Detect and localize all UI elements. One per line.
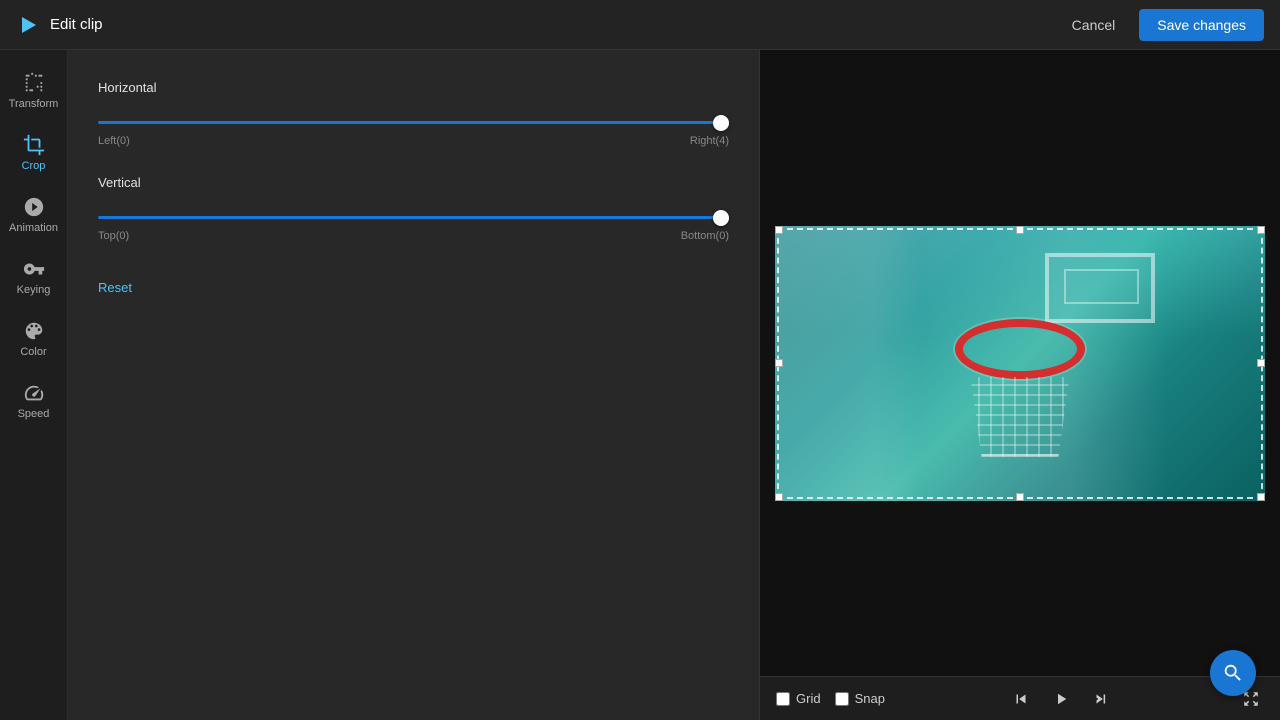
- transform-label: Transform: [9, 98, 59, 110]
- skip-to-end-button[interactable]: [1088, 686, 1114, 712]
- transform-icon: [23, 72, 45, 94]
- sidebar-item-crop[interactable]: Crop: [5, 124, 63, 182]
- grid-label: Grid: [796, 691, 821, 706]
- search-icon: [1222, 662, 1244, 684]
- hoop-net: [965, 377, 1075, 457]
- app-logo: [16, 13, 40, 37]
- preview-panel: Grid Snap: [760, 50, 1280, 720]
- sidebar-item-animation[interactable]: Animation: [5, 186, 63, 244]
- play-button[interactable]: [1048, 686, 1074, 712]
- sidebar-item-color[interactable]: Color: [5, 310, 63, 368]
- grid-checkbox-group[interactable]: Grid: [776, 691, 821, 706]
- court-bg: [775, 226, 1265, 501]
- speed-icon: [23, 382, 45, 404]
- topbar-right: Cancel Save changes: [1058, 9, 1264, 41]
- horizontal-slider-labels: Left(0) Right(4): [98, 135, 729, 147]
- horizontal-section: Horizontal Left(0) Right(4): [98, 80, 729, 147]
- horizontal-slider-container: [98, 111, 729, 129]
- play-icon: [1052, 690, 1070, 708]
- sidebar-item-transform[interactable]: Transform: [5, 62, 63, 120]
- search-fab[interactable]: [1210, 650, 1256, 696]
- snap-label: Snap: [855, 691, 885, 706]
- animation-icon: [23, 196, 45, 218]
- skip-to-start-button[interactable]: [1008, 686, 1034, 712]
- topbar: Edit clip Cancel Save changes: [0, 0, 1280, 50]
- sidebar-item-speed[interactable]: Speed: [5, 372, 63, 430]
- save-changes-button[interactable]: Save changes: [1139, 9, 1264, 41]
- horizontal-right-label: Right(4): [690, 135, 729, 147]
- vertical-top-label: Top(0): [98, 230, 129, 242]
- topbar-left: Edit clip: [16, 13, 103, 37]
- hoop-backboard: [1045, 253, 1155, 323]
- vertical-slider-labels: Top(0) Bottom(0): [98, 230, 729, 242]
- snap-checkbox-group[interactable]: Snap: [835, 691, 885, 706]
- skip-end-icon: [1092, 690, 1110, 708]
- vertical-slider[interactable]: [98, 216, 729, 219]
- vertical-bottom-label: Bottom(0): [681, 230, 729, 242]
- speed-label: Speed: [18, 408, 50, 420]
- crop-label: Crop: [22, 160, 46, 172]
- crop-icon: [23, 134, 45, 156]
- page-title: Edit clip: [50, 16, 103, 33]
- keying-label: Keying: [17, 284, 51, 296]
- keying-icon: [23, 258, 45, 280]
- sidebar: Transform Crop Animation Keying Color: [0, 50, 68, 720]
- vertical-label: Vertical: [98, 175, 729, 190]
- crop-content-panel: Horizontal Left(0) Right(4) Vertical Top…: [68, 50, 760, 720]
- animation-label: Animation: [9, 222, 58, 234]
- snap-checkbox[interactable]: [835, 692, 849, 706]
- hoop-ring: [955, 319, 1085, 379]
- horizontal-slider[interactable]: [98, 121, 729, 124]
- preview-controls-bar: Grid Snap: [760, 676, 1280, 720]
- preview-area: [760, 50, 1280, 676]
- vertical-section: Vertical Top(0) Bottom(0): [98, 175, 729, 242]
- main-layout: Transform Crop Animation Keying Color: [0, 50, 1280, 720]
- reset-button[interactable]: Reset: [98, 280, 132, 295]
- cancel-button[interactable]: Cancel: [1058, 11, 1130, 39]
- color-label: Color: [20, 346, 46, 358]
- grid-checkbox[interactable]: [776, 692, 790, 706]
- vertical-slider-container: [98, 206, 729, 224]
- sidebar-item-keying[interactable]: Keying: [5, 248, 63, 306]
- color-icon: [23, 320, 45, 342]
- horizontal-left-label: Left(0): [98, 135, 130, 147]
- skip-start-icon: [1012, 690, 1030, 708]
- horizontal-label: Horizontal: [98, 80, 729, 95]
- preview-image: [775, 226, 1265, 501]
